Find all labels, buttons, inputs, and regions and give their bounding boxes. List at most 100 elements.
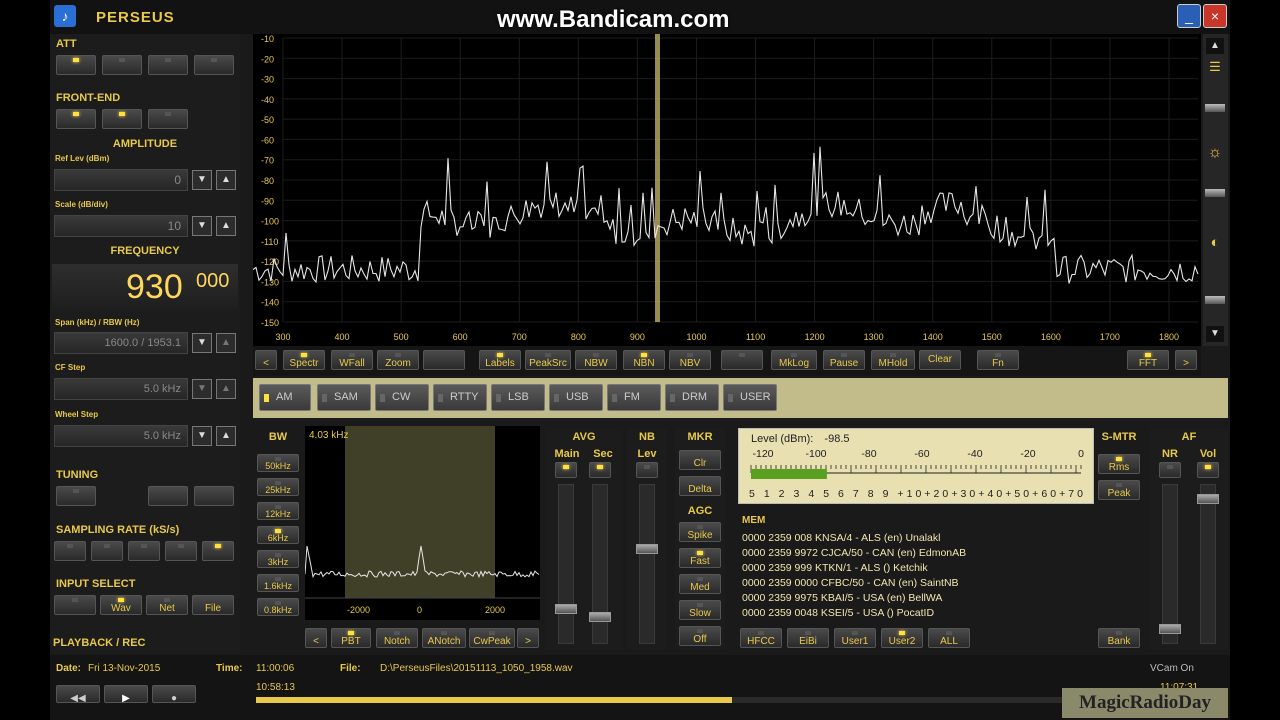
agc-fast-button[interactable]: Fast [679,548,721,568]
eibi-button[interactable]: EiBi [787,628,829,648]
nbv-button[interactable]: NBV [669,350,711,370]
mode-fm-button[interactable]: FM [607,384,661,411]
slider-handle-2[interactable] [1205,189,1225,197]
fft-button[interactable]: FFT [1127,350,1169,370]
af-vol-button[interactable] [1197,462,1219,478]
bw-1-6khz-button[interactable]: 1.6kHz [257,574,299,592]
mkr-delta-button[interactable]: Delta [679,476,721,496]
avg-main-slider-track[interactable] [558,484,574,644]
sampling-button-5[interactable] [202,541,234,561]
mem-list-item[interactable]: 0000 2359 9975 KBAI/5 - USA (en) BellWA [742,591,966,606]
nr-slider-thumb[interactable] [1159,624,1181,634]
avg-main-slider-thumb[interactable] [555,604,577,614]
bank-button[interactable]: Bank [1098,628,1140,648]
smeter-peak-button[interactable]: Peak [1098,480,1140,500]
nb-button[interactable] [636,462,658,478]
vol-slider-track[interactable] [1200,484,1216,644]
frontend-button-2[interactable] [102,109,142,129]
user1-button[interactable]: User1 [834,628,876,648]
mklog-button[interactable]: MkLog [771,350,817,370]
input-button-1[interactable] [54,595,96,615]
wheelstep-up-button[interactable]: ▲ [216,426,236,446]
avg-sec-button[interactable] [589,462,611,478]
peaksrc-button[interactable]: PeakSrc [525,350,571,370]
att-button-4[interactable] [194,55,234,75]
menu-lines-icon[interactable]: ☰ [1206,60,1224,74]
hfcc-button[interactable]: HFCC [740,628,782,648]
mode-cw-button[interactable]: CW [375,384,429,411]
wheelstep-down-button[interactable]: ▼ [192,426,212,446]
reflev-down-button[interactable]: ▼ [192,170,212,190]
mem-list-item[interactable]: 0000 2359 999 KTKN/1 - ALS () Ketchik [742,561,966,576]
minimize-button[interactable]: _ [1177,4,1201,28]
reflev-field[interactable]: 0 [54,169,188,191]
wfall-button[interactable]: WFall [331,350,373,370]
att-button-3[interactable] [148,55,188,75]
scroll-up-button[interactable]: ▲ [1206,38,1224,54]
mem-list-item[interactable]: 0000 2359 9972 CJCA/50 - CAN (en) EdmonA… [742,546,966,561]
agc-med-button[interactable]: Med [679,574,721,594]
passband-region[interactable] [345,426,495,598]
pause-button[interactable]: Pause [823,350,865,370]
mode-lsb-button[interactable]: LSB [491,384,545,411]
mode-drm-button[interactable]: DRM [665,384,719,411]
all-button[interactable]: ALL [928,628,970,648]
cfstep-down-button[interactable]: ▼ [192,379,212,399]
nb-slider-thumb[interactable] [636,544,658,554]
slider-handle-1[interactable] [1205,104,1225,112]
mem-list-item[interactable]: 0000 2359 0048 KSEI/5 - USA () PocatID [742,606,966,621]
mkr-clr-button[interactable]: Clr [679,450,721,470]
tuning-cursor[interactable] [655,34,660,322]
mode-usb-button[interactable]: USB [549,384,603,411]
notch-button[interactable]: Notch [376,628,418,648]
blank-toolbar-button-2[interactable] [721,350,763,370]
sampling-button-4[interactable] [165,541,197,561]
pbt-button[interactable]: PBT [331,628,371,648]
blank-toolbar-button-1[interactable] [423,350,465,370]
sampling-button-1[interactable] [54,541,86,561]
fn-button[interactable]: Fn [977,350,1019,370]
anotch-button[interactable]: ANotch [422,628,466,648]
avg-sec-slider-thumb[interactable] [589,612,611,622]
tuning-button-3[interactable] [194,486,234,506]
vol-slider-thumb[interactable] [1197,494,1219,504]
input-wav-button[interactable]: Wav [100,595,142,615]
perseus-logo-icon[interactable]: ♪ [54,5,76,27]
bw-3khz-button[interactable]: 3kHz [257,550,299,568]
labels-button[interactable]: Labels [479,350,521,370]
scale-up-button[interactable]: ▲ [216,216,236,236]
span-down-button[interactable]: ▼ [192,333,212,353]
filter-right-button[interactable]: > [517,628,539,648]
tuning-button-1[interactable] [56,486,96,506]
span-field[interactable]: 1600.0 / 1953.1 [54,332,188,354]
att-button-2[interactable] [102,55,142,75]
mode-sam-button[interactable]: SAM [317,384,371,411]
agc-spike-button[interactable]: Spike [679,522,721,542]
tuning-button-2[interactable] [148,486,188,506]
user2-button[interactable]: User2 [881,628,923,648]
bw-12khz-button[interactable]: 12kHz [257,502,299,520]
scale-down-button[interactable]: ▼ [192,216,212,236]
reflev-up-button[interactable]: ▲ [216,170,236,190]
mhold-button[interactable]: MHold [871,350,915,370]
brightness-icon[interactable]: ☼ [1206,144,1224,162]
filter-left-button[interactable]: < [305,628,327,648]
contrast-icon[interactable]: ◐ [1206,234,1224,252]
memory-list[interactable]: MEM 0000 2359 008 KNSA/4 - ALS (en) Unal… [738,510,1094,626]
mem-list-item[interactable]: 0000 2359 008 KNSA/4 - ALS (en) Unalakl [742,531,966,546]
frequency-display[interactable]: 930 000 [52,264,238,310]
scroll-down-button[interactable]: ▼ [1206,326,1224,342]
input-net-button[interactable]: Net [146,595,188,615]
nbn-button[interactable]: NBN [623,350,665,370]
cwpeak-button[interactable]: CwPeak [469,628,515,648]
sampling-button-3[interactable] [128,541,160,561]
cfstep-up-button[interactable]: ▲ [216,379,236,399]
toolbar-right-button[interactable]: > [1175,350,1197,370]
slider-handle-3[interactable] [1205,296,1225,304]
att-button-1[interactable] [56,55,96,75]
nr-slider-track[interactable] [1162,484,1178,644]
agc-slow-button[interactable]: Slow [679,600,721,620]
spectr-button[interactable]: Spectr [283,350,325,370]
agc-off-button[interactable]: Off [679,626,721,646]
bw-25khz-button[interactable]: 25kHz [257,478,299,496]
